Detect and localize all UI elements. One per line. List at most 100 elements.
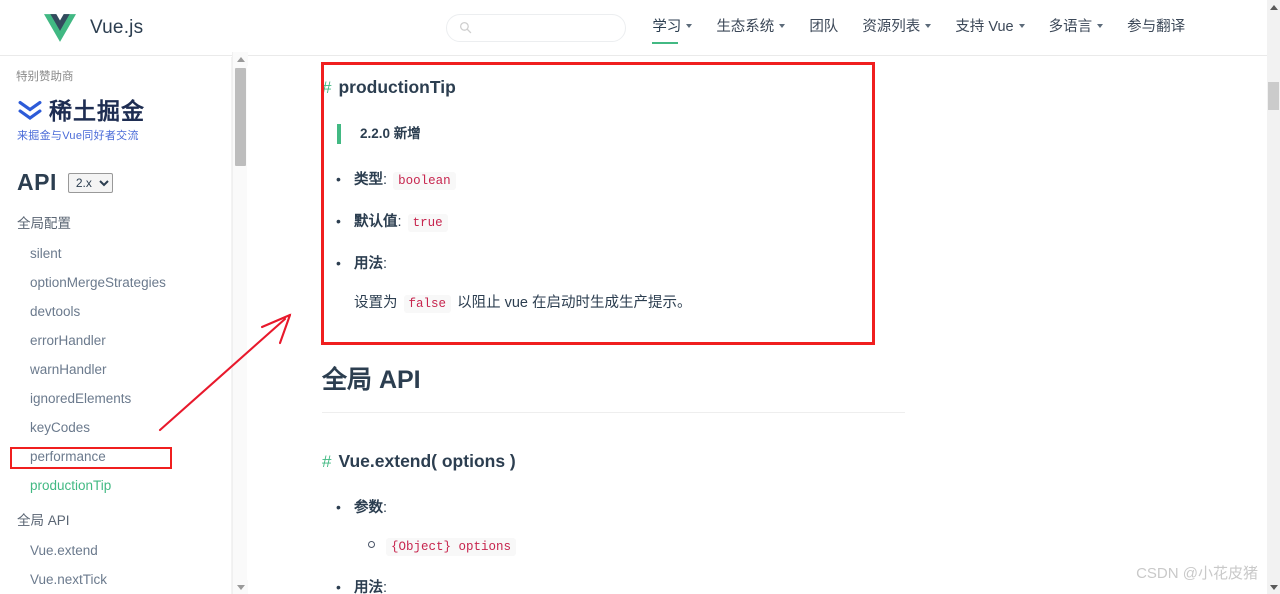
default-label: 默认值 [354, 214, 398, 230]
colon: : [383, 172, 388, 188]
sponsor-logo-row: 稀土掘金 [17, 99, 231, 123]
type-value-code: boolean [393, 172, 456, 190]
search-input[interactable] [478, 19, 619, 36]
sidebar-item-silent[interactable]: silent [30, 246, 231, 261]
sidebar-item-errorhandler[interactable]: errorHandler [30, 333, 231, 348]
nav-item-label: 参与翻译 [1127, 19, 1186, 35]
main-content: # productionTip 2.2.0 新增 类型: boolean 默认值… [248, 57, 1255, 594]
sidebar-item-vue-extend[interactable]: Vue.extend [30, 543, 231, 558]
chevron-down-icon [1018, 23, 1025, 28]
colon: : [397, 214, 402, 230]
nav-item-label: 团队 [809, 19, 839, 35]
vue-logo-icon [44, 13, 76, 42]
brand-link[interactable]: Vue.js [44, 13, 143, 43]
list-item-usage: 用法: [336, 577, 1255, 594]
sponsor-tagline: 来掘金与Vue同好者交流 [17, 130, 139, 142]
sidebar-item-productiontip[interactable]: productionTip [30, 478, 231, 493]
api-title: API [17, 169, 57, 195]
sidebar-item-vue-nexttick[interactable]: Vue.nextTick [30, 572, 231, 587]
page-title-global-api: 全局 API [322, 360, 905, 413]
sidebar: 特别赞助商 稀土掘金 来掘金与Vue同好者交流 API 2.x 全局配置 sil… [0, 57, 232, 594]
usage-label: 用法 [354, 580, 383, 594]
page-scrollbar-thumb[interactable] [1268, 82, 1279, 110]
heading-text: Vue.extend( options ) [338, 451, 516, 471]
colon: : [383, 580, 388, 594]
list-item-usage: 用法: 设置为 false 以阻止 vue 在启动时生成生产提示。 [336, 253, 1255, 315]
navbar-right: 学习 生态系统 团队 资源列表 支持 Vue 多语言 参与翻译 [446, 13, 1209, 44]
brand-name: Vue.js [90, 16, 144, 38]
search-box[interactable] [446, 13, 627, 42]
anchor-hash-icon: # [322, 452, 332, 471]
browser-page: Vue.js 学习 生态系统 团队 资源列表 支持 Vue 多语言 参与翻译 特… [0, 0, 1280, 594]
search-icon [460, 21, 472, 34]
nav-item-join-translation[interactable]: 参与翻译 [1127, 15, 1185, 40]
sidebar-item-keycodes[interactable]: keyCodes [30, 420, 231, 435]
nav-item-ecosystem[interactable]: 生态系统 [716, 15, 786, 40]
colon: : [383, 500, 388, 516]
doc-body: # productionTip 2.2.0 新增 类型: boolean 默认值… [248, 57, 1255, 594]
sidebar-item-devtools[interactable]: devtools [30, 304, 231, 319]
param-item: {Object} options [368, 535, 1255, 557]
chevron-down-icon [686, 23, 693, 28]
list-item-type: 类型: boolean [336, 169, 1255, 191]
sidebar-scrollbar[interactable] [232, 52, 248, 594]
watermark: CSDN @小花皮猪 [1136, 565, 1258, 582]
sponsor-label: 特别赞助商 [16, 71, 74, 83]
juejin-chevron-icon [18, 100, 42, 121]
version-select[interactable]: 2.x [67, 172, 113, 193]
colon: : [383, 256, 388, 272]
productiontip-detail-list: 类型: boolean 默认值: true 用法: 设置为 false 以阻止 … [322, 169, 1255, 315]
nav-item-label: 生态系统 [716, 19, 775, 35]
version-note: 2.2.0 新增 [337, 124, 1255, 144]
nav-item-resources[interactable]: 资源列表 [862, 15, 932, 40]
sidebar-section-global-config: 全局配置 [17, 216, 71, 231]
nav-item-label: 学习 [652, 19, 682, 35]
page-scroll-down-arrow-icon [1269, 584, 1278, 590]
type-label: 类型 [354, 172, 383, 188]
vue-extend-detail-list: 参数: {Object} options 用法: [322, 497, 1255, 594]
page-scroll-up-button[interactable] [1267, 0, 1280, 14]
anchor-hash-icon: # [322, 78, 332, 97]
page-scroll-up-arrow-icon [1269, 4, 1278, 10]
chevron-down-icon [925, 23, 932, 28]
usage-label: 用法 [354, 256, 383, 272]
heading-vue-extend[interactable]: # Vue.extend( options ) [322, 451, 1255, 472]
sidebar-scrollbar-thumb[interactable] [235, 68, 246, 166]
api-heading-row: API 2.x [17, 169, 231, 196]
usage-code: false [403, 295, 452, 313]
top-navbar: Vue.js 学习 生态系统 团队 资源列表 支持 Vue 多语言 参与翻译 [0, 0, 1267, 56]
nav-item-support-vue[interactable]: 支持 Vue [955, 15, 1025, 40]
nav-item-team[interactable]: 团队 [809, 15, 838, 40]
sidebar-scroll-up-button[interactable] [233, 52, 248, 66]
chevron-down-icon [1097, 23, 1104, 28]
params-sub-list: {Object} options [354, 535, 1255, 557]
params-label: 参数 [354, 500, 383, 516]
list-item-default: 默认值: true [336, 211, 1255, 233]
param-code: {Object} options [386, 538, 517, 556]
sidebar-scroll-down-button[interactable] [233, 580, 248, 594]
nav-item-languages[interactable]: 多语言 [1049, 15, 1104, 40]
sidebar-item-optionmergestrategies[interactable]: optionMergeStrategies [30, 275, 231, 290]
sponsor-name: 稀土掘金 [49, 97, 145, 124]
heading-text: productionTip [338, 77, 456, 97]
page-scrollbar[interactable] [1267, 0, 1280, 594]
page-scroll-down-button[interactable] [1267, 580, 1280, 594]
scroll-up-arrow-icon [236, 56, 245, 62]
usage-suffix: 以阻止 vue 在启动时生成生产提示。 [457, 295, 692, 311]
usage-prefix: 设置为 [354, 295, 398, 311]
heading-productiontip[interactable]: # productionTip [322, 77, 1255, 98]
sidebar-item-warnhandler[interactable]: warnHandler [30, 362, 231, 377]
nav-item-label: 支持 Vue [955, 19, 1014, 35]
sponsor-banner[interactable]: 稀土掘金 来掘金与Vue同好者交流 [17, 99, 231, 143]
nav-item-label: 多语言 [1048, 19, 1093, 35]
sidebar-section-global-api: 全局 API [17, 513, 70, 528]
sidebar-item-performance[interactable]: performance [30, 449, 231, 464]
nav-item-study[interactable]: 学习 [652, 15, 693, 44]
list-item-params: 参数: {Object} options [336, 497, 1255, 557]
chevron-down-icon [779, 23, 786, 28]
sidebar-item-ignoredelements[interactable]: ignoredElements [30, 391, 231, 406]
nav-item-label: 资源列表 [862, 19, 921, 35]
default-value-code: true [407, 214, 448, 232]
usage-description: 设置为 false 以阻止 vue 在启动时生成生产提示。 [354, 292, 1255, 315]
nav-links: 学习 生态系统 团队 资源列表 支持 Vue 多语言 参与翻译 [652, 15, 1209, 44]
